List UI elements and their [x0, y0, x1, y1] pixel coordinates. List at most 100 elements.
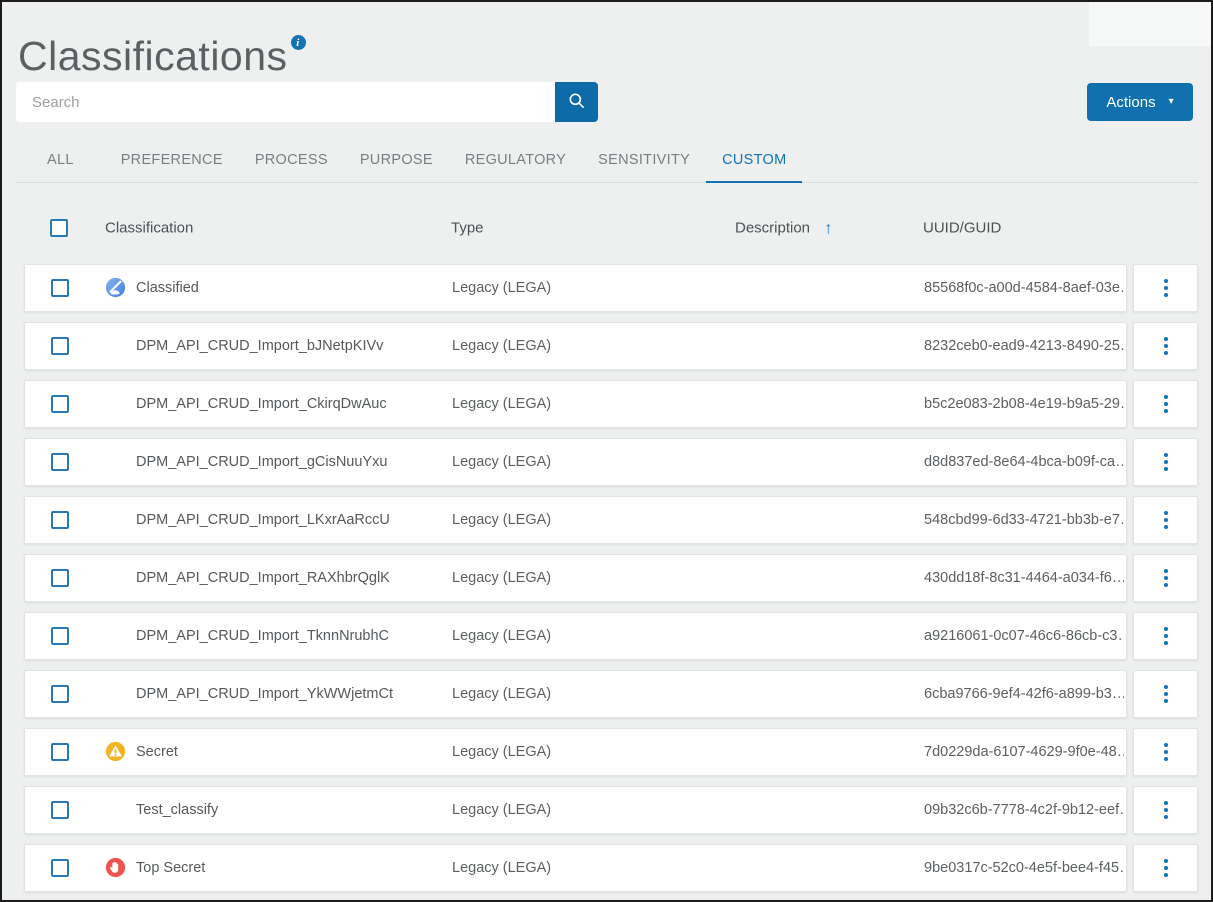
row-checkbox[interactable] — [51, 743, 69, 761]
classification-type: Legacy (LEGA) — [452, 338, 551, 354]
kebab-menu-icon — [1164, 743, 1168, 761]
row-actions-button[interactable] — [1133, 728, 1198, 776]
classification-name: DPM_API_CRUD_Import_bJNetpKIVv — [136, 338, 383, 354]
column-header-description[interactable]: Description ↑ — [735, 220, 833, 237]
row-checkbox-cell — [51, 337, 69, 355]
kebab-menu-icon — [1164, 685, 1168, 703]
tab-label: SENSITIVITY — [598, 152, 690, 168]
table-row-card[interactable]: DPM_API_CRUD_Import_gCisNuuYxu Legacy (L… — [24, 438, 1127, 486]
tab-process[interactable]: PROCESS — [239, 141, 344, 183]
table-row: Classified Legacy (LEGA) 85568f0c-a00d-4… — [24, 264, 1198, 312]
table-row-card[interactable]: Secret Legacy (LEGA) 7d0229da-6107-4629-… — [24, 728, 1127, 776]
classification-icon-slot — [105, 335, 127, 357]
row-checkbox[interactable] — [51, 685, 69, 703]
page-title-text: Classifications — [18, 33, 288, 79]
row-actions-button[interactable] — [1133, 786, 1198, 834]
row-actions-button[interactable] — [1133, 380, 1198, 428]
tab-sensitivity[interactable]: SENSITIVITY — [582, 141, 706, 183]
classification-icon-slot — [105, 683, 127, 705]
classification-name: Secret — [136, 744, 178, 760]
row-checkbox[interactable] — [51, 395, 69, 413]
row-checkbox-cell — [51, 395, 69, 413]
row-actions-button[interactable] — [1133, 264, 1198, 312]
row-actions-button[interactable] — [1133, 438, 1198, 486]
row-actions-button[interactable] — [1133, 670, 1198, 718]
tab-all[interactable]: ALL — [16, 141, 105, 183]
table-row: DPM_API_CRUD_Import_bJNetpKIVv Legacy (L… — [24, 322, 1198, 370]
table-row: DPM_API_CRUD_Import_CkirqDwAuc Legacy (L… — [24, 380, 1198, 428]
table-row-card[interactable]: DPM_API_CRUD_Import_LKxrAaRccU Legacy (L… — [24, 496, 1127, 544]
classification-name: Test_classify — [136, 802, 218, 818]
classification-type: Legacy (LEGA) — [452, 570, 551, 586]
classification-icon-slot — [105, 277, 127, 299]
table-row-card[interactable]: DPM_API_CRUD_Import_bJNetpKIVv Legacy (L… — [24, 322, 1127, 370]
classification-name: DPM_API_CRUD_Import_TknnNrubhC — [136, 628, 389, 644]
classification-name: DPM_API_CRUD_Import_CkirqDwAuc — [136, 396, 387, 412]
classification-icon-slot — [105, 509, 127, 531]
table-row-card[interactable]: Test_classify Legacy (LEGA) 09b32c6b-777… — [24, 786, 1127, 834]
tab-label: PROCESS — [255, 152, 328, 168]
table-row-card[interactable]: Top Secret Legacy (LEGA) 9be0317c-52c0-4… — [24, 844, 1127, 892]
actions-button-label: Actions — [1106, 94, 1155, 111]
classified-icon — [105, 277, 126, 298]
classification-name: Classified — [136, 280, 199, 296]
table-row-card[interactable]: DPM_API_CRUD_Import_RAXhbrQglK Legacy (L… — [24, 554, 1127, 602]
actions-button[interactable]: Actions ▾ — [1087, 83, 1193, 121]
table-row-card[interactable]: DPM_API_CRUD_Import_YkWWjetmCt Legacy (L… — [24, 670, 1127, 718]
stop-hand-icon — [105, 857, 126, 878]
classification-name: DPM_API_CRUD_Import_LKxrAaRccU — [136, 512, 390, 528]
search-bar — [16, 82, 598, 122]
row-actions-button[interactable] — [1133, 612, 1198, 660]
row-checkbox-cell — [51, 279, 69, 297]
table-row: Test_classify Legacy (LEGA) 09b32c6b-777… — [24, 786, 1198, 834]
table-row: Secret Legacy (LEGA) 7d0229da-6107-4629-… — [24, 728, 1198, 776]
row-checkbox[interactable] — [51, 511, 69, 529]
kebab-menu-icon — [1164, 801, 1168, 819]
row-checkbox[interactable] — [51, 453, 69, 471]
row-checkbox[interactable] — [51, 279, 69, 297]
row-checkbox[interactable] — [51, 859, 69, 877]
tab-preference[interactable]: PREFERENCE — [105, 141, 239, 183]
kebab-menu-icon — [1164, 337, 1168, 355]
row-checkbox[interactable] — [51, 627, 69, 645]
table-row: DPM_API_CRUD_Import_YkWWjetmCt Legacy (L… — [24, 670, 1198, 718]
row-actions-button[interactable] — [1133, 844, 1198, 892]
select-all-checkbox[interactable] — [50, 219, 68, 237]
kebab-menu-icon — [1164, 859, 1168, 877]
kebab-menu-icon — [1164, 627, 1168, 645]
row-checkbox[interactable] — [51, 337, 69, 355]
tab-custom[interactable]: CUSTOM — [706, 141, 802, 183]
table-row-card[interactable]: DPM_API_CRUD_Import_TknnNrubhC Legacy (L… — [24, 612, 1127, 660]
sort-ascending-icon: ↑ — [824, 220, 833, 237]
tab-purpose[interactable]: PURPOSE — [344, 141, 449, 183]
header-highlight — [1089, 2, 1211, 46]
row-actions-button[interactable] — [1133, 496, 1198, 544]
tab-label: PREFERENCE — [121, 152, 223, 168]
row-checkbox-cell — [51, 453, 69, 471]
row-actions-button[interactable] — [1133, 554, 1198, 602]
table-row-card[interactable]: Classified Legacy (LEGA) 85568f0c-a00d-4… — [24, 264, 1127, 312]
classification-icon-slot — [105, 799, 127, 821]
warning-icon — [105, 741, 126, 762]
classification-uuid: a9216061-0c07-46c6-86cb-c3… — [924, 628, 1124, 644]
row-checkbox[interactable] — [51, 801, 69, 819]
table-row: DPM_API_CRUD_Import_RAXhbrQglK Legacy (L… — [24, 554, 1198, 602]
column-header-uuid[interactable]: UUID/GUID — [923, 220, 1123, 237]
row-checkbox[interactable] — [51, 569, 69, 587]
row-checkbox-cell — [51, 801, 69, 819]
tab-regulatory[interactable]: REGULATORY — [449, 141, 582, 183]
column-header-classification[interactable]: Classification — [105, 220, 193, 237]
classification-icon-slot — [105, 741, 127, 763]
row-actions-button[interactable] — [1133, 322, 1198, 370]
classification-icon-slot — [105, 625, 127, 647]
classification-type: Legacy (LEGA) — [452, 860, 551, 876]
classification-type: Legacy (LEGA) — [452, 512, 551, 528]
classification-uuid: 85568f0c-a00d-4584-8aef-03e… — [924, 280, 1124, 296]
search-input[interactable] — [16, 82, 555, 122]
table-row: DPM_API_CRUD_Import_LKxrAaRccU Legacy (L… — [24, 496, 1198, 544]
search-button[interactable] — [555, 82, 598, 122]
classification-uuid: 6cba9766-9ef4-42f6-a899-b3… — [924, 686, 1124, 702]
table-row-card[interactable]: DPM_API_CRUD_Import_CkirqDwAuc Legacy (L… — [24, 380, 1127, 428]
info-icon[interactable]: i — [291, 35, 306, 50]
column-header-type[interactable]: Type — [451, 220, 484, 237]
